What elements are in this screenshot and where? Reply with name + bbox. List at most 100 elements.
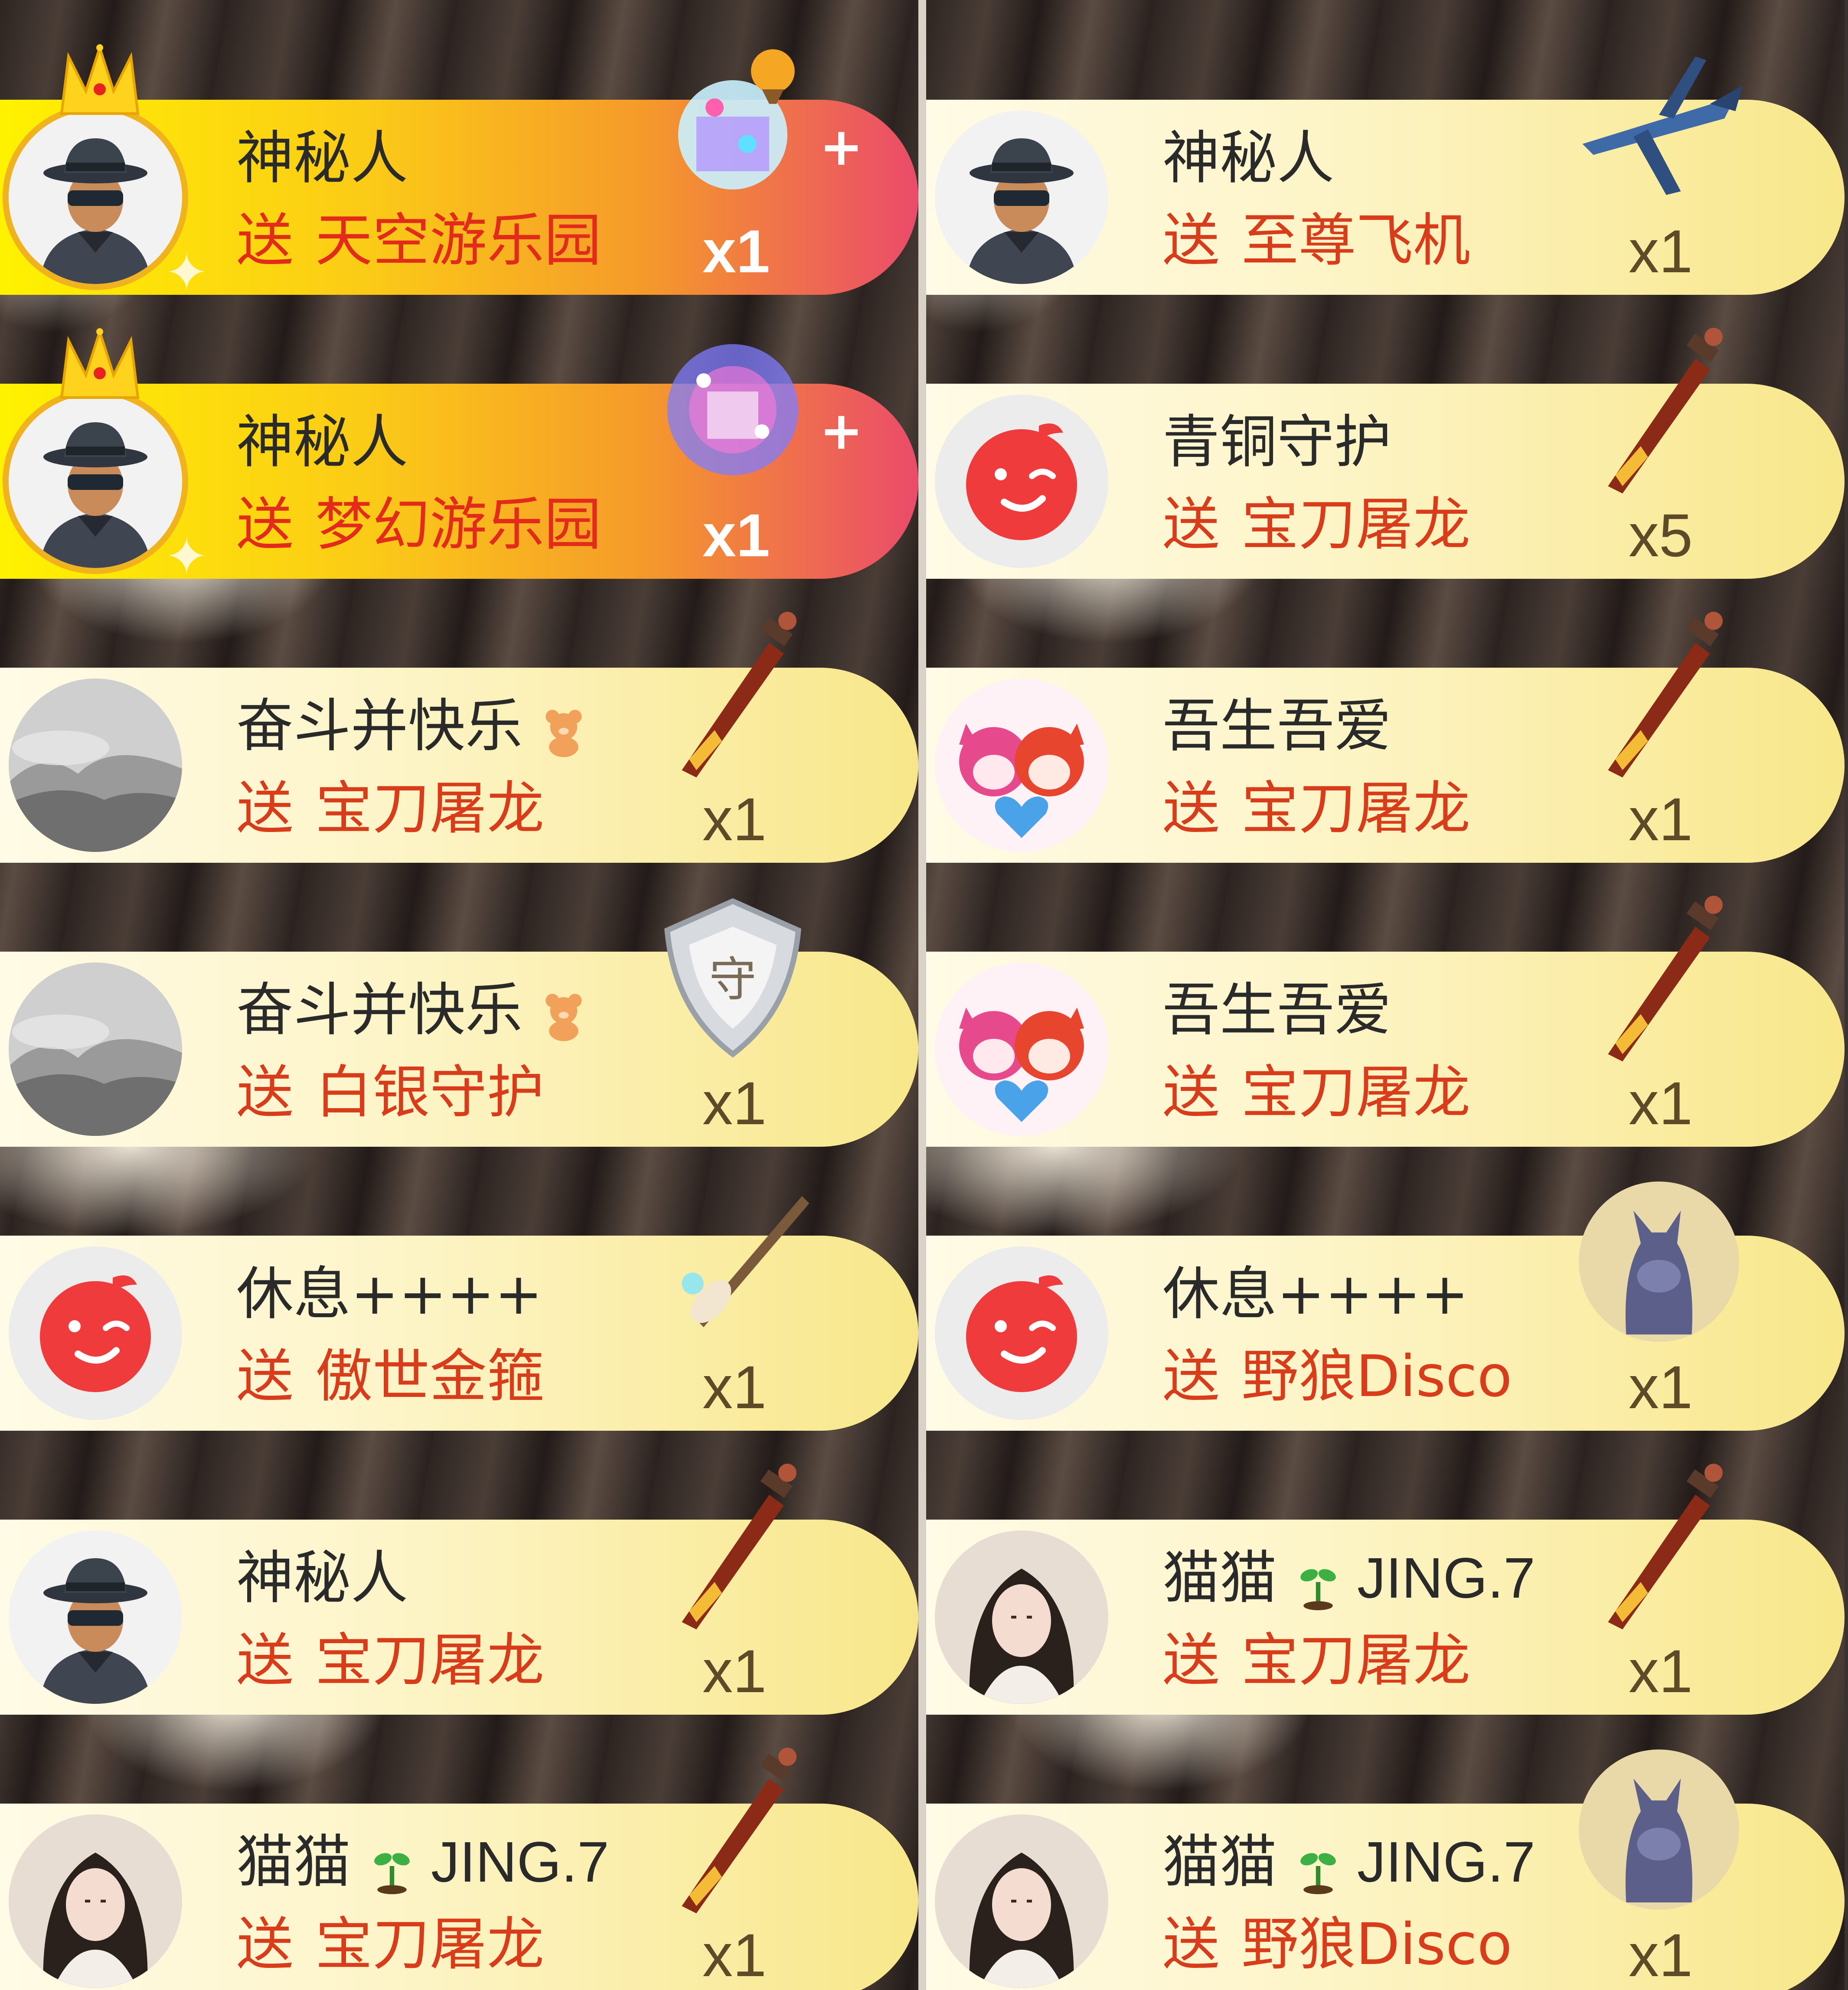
user-avatar[interactable] bbox=[9, 679, 182, 852]
gift-line: 送野狼Disco bbox=[1162, 1908, 1512, 1981]
gift-name: 至尊飞机 bbox=[1241, 207, 1470, 274]
gift-verb: 送 bbox=[1162, 1911, 1220, 1978]
gift-verb: 送 bbox=[236, 1343, 294, 1410]
sender-name-text: 猫猫 bbox=[1162, 1829, 1277, 1895]
sender-name-text: 猫猫 bbox=[236, 1829, 351, 1895]
sender-name-suffix: JING.7 bbox=[1357, 1546, 1535, 1610]
supreme-plane-icon bbox=[1568, 35, 1750, 217]
sender-name: 神秘人 bbox=[236, 408, 408, 477]
dragon-sword-icon bbox=[642, 1739, 824, 1921]
user-avatar[interactable] bbox=[935, 1246, 1108, 1420]
gift-line: 送傲世金箍 bbox=[236, 1340, 544, 1413]
wolf-disco-icon bbox=[1568, 1171, 1750, 1353]
sparkle-plus-icon: + bbox=[820, 401, 863, 461]
sender-name: 猫猫 JING.7 bbox=[236, 1827, 609, 1897]
gift-verb: 送 bbox=[236, 775, 294, 842]
gift-notification-card[interactable]: 休息++++ 送傲世金箍 x1 bbox=[0, 1196, 918, 1431]
gift-notification-card[interactable]: 猫猫 JING.7 送野狼Disco x1 bbox=[926, 1749, 1845, 1990]
gift-name: 天空游乐园 bbox=[315, 207, 601, 274]
sender-name: 奋斗并快乐 bbox=[236, 692, 592, 761]
user-avatar[interactable] bbox=[9, 1814, 182, 1988]
user-avatar[interactable] bbox=[9, 111, 182, 284]
sender-name-text: 吾生吾爱 bbox=[1162, 693, 1391, 760]
gift-verb: 送 bbox=[1162, 491, 1220, 558]
user-avatar[interactable] bbox=[935, 111, 1108, 284]
user-avatar[interactable] bbox=[935, 679, 1108, 852]
gift-line: 送宝刀屠龙 bbox=[236, 1624, 544, 1697]
gift-count: x1 bbox=[702, 1353, 767, 1421]
gift-notification-card[interactable]: 猫猫 JING.7 送宝刀屠龙 x1 bbox=[926, 1464, 1845, 1715]
dragon-sword-icon bbox=[642, 1455, 824, 1637]
gift-notification-card[interactable]: 青铜守护送宝刀屠龙 x5 bbox=[926, 328, 1845, 579]
gift-verb: 送 bbox=[1162, 1059, 1220, 1126]
gift-notification-card[interactable]: 休息++++ 送野狼Disco x1 bbox=[926, 1181, 1845, 1431]
user-avatar[interactable] bbox=[935, 962, 1108, 1136]
gift-count: x1 bbox=[1629, 1637, 1693, 1705]
sprout-badge-icon bbox=[364, 1838, 420, 1894]
user-avatar[interactable] bbox=[9, 1246, 182, 1420]
sender-name-text: 神秘人 bbox=[236, 1545, 408, 1612]
gift-notification-card[interactable]: 神秘人送至尊飞机 x1 bbox=[926, 56, 1845, 295]
column-divider bbox=[918, 0, 926, 1990]
user-avatar[interactable] bbox=[9, 962, 182, 1136]
sparkle-plus-icon: + bbox=[820, 117, 863, 177]
sender-name-text: 奋斗并快乐 bbox=[236, 977, 522, 1044]
sprout-badge-icon bbox=[1290, 1554, 1346, 1610]
gift-notification-card[interactable]: ✦ + 神秘人送梦幻游乐园 x1 bbox=[0, 327, 918, 587]
gift-notification-card[interactable]: 神秘人送宝刀屠龙 x1 bbox=[0, 1464, 918, 1715]
gift-line: 送野狼Disco bbox=[1162, 1340, 1512, 1413]
user-avatar[interactable] bbox=[9, 1530, 182, 1704]
gift-notification-card[interactable]: ✦ + 神秘人送天空游乐园 x1 bbox=[0, 43, 918, 303]
gift-count: x1 bbox=[702, 217, 770, 285]
gift-count: x1 bbox=[1629, 785, 1693, 853]
dragon-sword-icon bbox=[1568, 319, 1750, 501]
silver-shield-icon: 守 bbox=[642, 887, 824, 1069]
sparkle-icon: ✦ bbox=[165, 243, 209, 303]
sender-name-suffix: JING.7 bbox=[431, 1830, 609, 1894]
gift-line: 送宝刀屠龙 bbox=[1162, 488, 1470, 561]
gift-line: 送宝刀屠龙 bbox=[236, 772, 544, 845]
gift-notification-card[interactable]: 奋斗并快乐送白银守护 x1 守 bbox=[0, 898, 918, 1147]
sender-name: 神秘人 bbox=[236, 124, 408, 193]
gift-verb: 送 bbox=[1162, 1343, 1220, 1410]
dragon-sword-icon bbox=[1568, 1455, 1750, 1637]
gift-verb: 送 bbox=[236, 1911, 294, 1978]
sender-name-text: 神秘人 bbox=[1162, 125, 1334, 192]
sender-name: 奋斗并快乐 bbox=[236, 975, 592, 1045]
gift-notification-card[interactable]: 奋斗并快乐送宝刀屠龙 x1 bbox=[0, 612, 918, 863]
gift-line: 送白银守护 bbox=[236, 1056, 544, 1129]
sender-name-text: 吾生吾爱 bbox=[1162, 977, 1391, 1044]
sender-name: 休息++++ bbox=[1162, 1259, 1469, 1329]
gift-count: x1 bbox=[702, 785, 767, 853]
gift-count: x1 bbox=[702, 1921, 767, 1989]
sender-name-text: 猫猫 bbox=[1162, 1545, 1277, 1612]
user-avatar[interactable] bbox=[935, 1814, 1108, 1988]
gift-name: 宝刀屠龙 bbox=[1241, 1059, 1470, 1126]
gift-line: 送宝刀屠龙 bbox=[1162, 772, 1470, 845]
gift-count: x1 bbox=[1629, 1921, 1693, 1989]
gift-count: x1 bbox=[1629, 217, 1693, 285]
sender-name: 神秘人 bbox=[236, 1543, 408, 1613]
svg-text:守: 守 bbox=[709, 952, 756, 1007]
user-avatar[interactable] bbox=[9, 395, 182, 568]
sender-name: 青铜守护 bbox=[1162, 408, 1391, 477]
dragon-sword-icon bbox=[642, 603, 824, 785]
sender-name-text: 神秘人 bbox=[236, 409, 408, 476]
user-avatar[interactable] bbox=[935, 1530, 1108, 1704]
dream-amusement-park-icon bbox=[642, 319, 824, 501]
sender-name-text: 休息++++ bbox=[236, 1261, 543, 1328]
gift-name: 宝刀屠龙 bbox=[1241, 491, 1470, 558]
gift-verb: 送 bbox=[236, 207, 294, 274]
gift-notification-card[interactable]: 猫猫 JING.7 送宝刀屠龙 x1 bbox=[0, 1748, 918, 1990]
sender-name: 吾生吾爱 bbox=[1162, 975, 1391, 1045]
gift-notification-card[interactable]: 吾生吾爱送宝刀屠龙 x1 bbox=[926, 896, 1845, 1147]
gift-count: x1 bbox=[1629, 1069, 1693, 1137]
dragon-sword-icon bbox=[1568, 887, 1750, 1069]
bear-badge-icon bbox=[535, 986, 592, 1042]
gift-count: x1 bbox=[702, 1637, 767, 1705]
gift-notification-card[interactable]: 吾生吾爱送宝刀屠龙 x1 bbox=[926, 612, 1845, 863]
user-avatar[interactable] bbox=[935, 395, 1108, 568]
gift-name: 野狼Disco bbox=[1241, 1911, 1512, 1978]
gift-verb: 送 bbox=[1162, 1627, 1220, 1694]
gift-verb: 送 bbox=[236, 1627, 294, 1694]
